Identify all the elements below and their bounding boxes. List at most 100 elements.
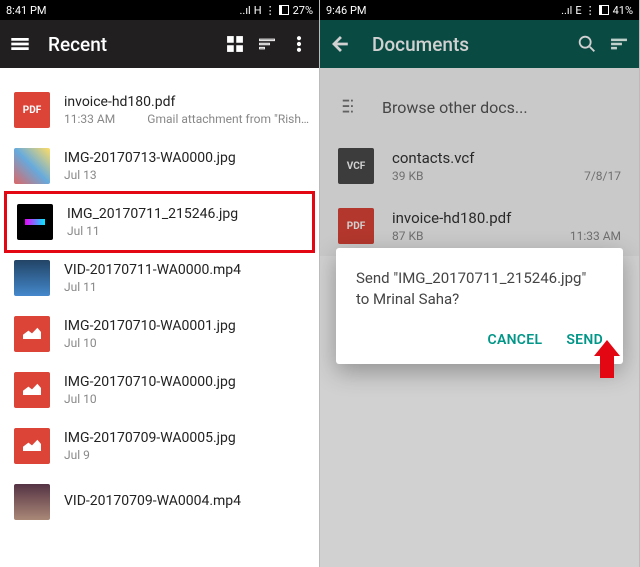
file-date: 11:33 AM xyxy=(570,229,621,243)
sort-icon[interactable] xyxy=(607,32,631,56)
file-subtitle: 11:33 AMGmail attachment from "Rish… xyxy=(64,112,309,126)
signal-icon: ..ıl xyxy=(561,4,572,17)
dialog-text: Send "IMG_20170711_215246.jpg" to Mrinal… xyxy=(356,268,603,310)
status-bar: 8:41 PM ..ıl H ⋮ 27% xyxy=(0,0,319,20)
file-list: PDF invoice-hd180.pdf 11:33 AMGmail attach… xyxy=(0,68,319,530)
thumbnail-icon xyxy=(14,148,50,184)
file-subtitle: 87 KB11:33 AM xyxy=(392,229,621,243)
thumbnail-icon xyxy=(17,204,53,240)
browse-label: Browse other docs... xyxy=(382,98,528,117)
documents-list: Browse other docs... VCF contacts.vcf 39 K… xyxy=(320,68,639,256)
grid-view-icon[interactable] xyxy=(223,32,247,56)
file-subtitle: Jul 11 xyxy=(67,224,306,238)
file-row[interactable]: IMG-20170713-WA0000.jpg Jul 13 xyxy=(0,138,319,194)
status-icons: ..ıl H ⋮ 27% xyxy=(240,4,313,17)
file-row[interactable]: PDF invoice-hd180.pdf 87 KB11:33 AM xyxy=(320,196,639,256)
file-subtitle: 39 KB7/8/17 xyxy=(392,169,621,183)
thumbnail-icon xyxy=(14,428,50,464)
toolbar: Documents xyxy=(320,20,639,68)
status-bar: 9:46 PM ..ıl E ⋮ 41% xyxy=(320,0,639,20)
file-name: IMG-20170713-WA0000.jpg xyxy=(64,150,309,166)
file-row[interactable]: VID-20170711-WA0000.mp4 Jul 11 xyxy=(0,250,319,306)
file-meta: IMG-20170710-WA0000.jpg Jul 10 xyxy=(64,374,309,406)
file-sub-left: Jul 11 xyxy=(64,280,309,294)
file-meta: IMG-20170709-WA0005.jpg Jul 9 xyxy=(64,430,309,462)
file-row[interactable]: IMG-20170710-WA0000.jpg Jul 10 xyxy=(0,362,319,418)
cancel-button[interactable]: CANCEL xyxy=(488,332,543,348)
sort-icon[interactable] xyxy=(255,32,279,56)
back-icon[interactable] xyxy=(328,32,352,56)
file-sub-left: Jul 9 xyxy=(64,448,309,462)
file-size: 87 KB xyxy=(392,229,570,243)
file-sub-left: Jul 13 xyxy=(64,168,309,182)
battery-icon xyxy=(599,5,609,15)
file-row[interactable]: VID-20170709-WA0004.mp4 xyxy=(0,474,319,530)
file-row[interactable]: IMG_20170711_215246.jpg Jul 11 xyxy=(4,191,315,253)
thumbnail-icon xyxy=(14,372,50,408)
battery-icon xyxy=(279,5,289,15)
file-name: VID-20170711-WA0000.mp4 xyxy=(64,262,309,278)
file-name: IMG-20170710-WA0000.jpg xyxy=(64,374,309,390)
file-sub-left: 11:33 AM xyxy=(64,112,147,126)
file-row[interactable]: IMG-20170709-WA0005.jpg Jul 9 xyxy=(0,418,319,474)
dialog-actions: CANCEL SEND xyxy=(356,332,603,354)
menu-icon[interactable] xyxy=(8,32,32,56)
file-meta: IMG-20170710-WA0001.jpg Jul 10 xyxy=(64,318,309,350)
file-name: invoice-hd180.pdf xyxy=(64,94,309,110)
toolbar: Recent xyxy=(0,20,319,68)
file-subtitle: Jul 13 xyxy=(64,168,309,182)
browse-other-docs[interactable]: Browse other docs... xyxy=(320,82,639,136)
status-icons: ..ıl E ⋮ 41% xyxy=(561,4,633,17)
thumbnail-icon xyxy=(14,484,50,520)
file-name: invoice-hd180.pdf xyxy=(392,209,621,227)
network-icon: H xyxy=(254,4,262,17)
status-time: 8:41 PM xyxy=(6,4,240,17)
battery-text: 41% xyxy=(613,4,633,17)
file-meta: contacts.vcf 39 KB7/8/17 xyxy=(392,149,621,183)
whatsapp-documents-screen: 9:46 PM ..ıl E ⋮ 41% Documents Browse ot… xyxy=(320,0,640,567)
file-subtitle: Jul 10 xyxy=(64,336,309,350)
browse-icon xyxy=(340,96,362,118)
file-meta: VID-20170711-WA0000.mp4 Jul 11 xyxy=(64,262,309,294)
file-meta: IMG-20170713-WA0000.jpg Jul 13 xyxy=(64,150,309,182)
file-name: IMG-20170709-WA0005.jpg xyxy=(64,430,309,446)
file-subtitle: Jul 9 xyxy=(64,448,309,462)
file-name: IMG-20170710-WA0001.jpg xyxy=(64,318,309,334)
battery-text: 27% xyxy=(293,4,313,17)
send-dialog: Send "IMG_20170711_215246.jpg" to Mrinal… xyxy=(336,248,623,364)
file-meta: VID-20170709-WA0004.mp4 xyxy=(64,493,309,511)
annotation-arrow xyxy=(594,340,620,380)
search-icon[interactable] xyxy=(575,32,599,56)
wifi-icon: ⋮ xyxy=(585,4,596,17)
file-name: contacts.vcf xyxy=(392,149,621,167)
file-sub-left: Jul 11 xyxy=(67,224,306,238)
thumbnail-icon xyxy=(14,260,50,296)
wifi-icon: ⋮ xyxy=(265,4,276,17)
file-meta: invoice-hd180.pdf 11:33 AMGmail attachmen… xyxy=(64,94,309,126)
signal-icon: ..ıl xyxy=(240,4,251,17)
file-name: IMG_20170711_215246.jpg xyxy=(67,206,306,222)
file-sub-left: Jul 10 xyxy=(64,392,309,406)
file-row[interactable]: VCF contacts.vcf 39 KB7/8/17 xyxy=(320,136,639,196)
file-meta: IMG_20170711_215246.jpg Jul 11 xyxy=(67,206,306,238)
toolbar-title: Recent xyxy=(40,33,215,56)
file-subtitle: Jul 11 xyxy=(64,280,309,294)
network-icon: E xyxy=(575,4,581,17)
file-row[interactable]: IMG-20170710-WA0001.jpg Jul 10 xyxy=(0,306,319,362)
file-date: 7/8/17 xyxy=(584,169,621,183)
file-name: VID-20170709-WA0004.mp4 xyxy=(64,493,309,509)
file-row[interactable]: PDF invoice-hd180.pdf 11:33 AMGmail attach… xyxy=(0,82,319,138)
vcf-icon: VCF xyxy=(338,148,374,184)
pdf-icon: PDF xyxy=(338,208,374,244)
file-size: 39 KB xyxy=(392,169,584,183)
thumbnail-icon xyxy=(14,316,50,352)
overflow-icon[interactable] xyxy=(287,32,311,56)
toolbar-title: Documents xyxy=(360,33,567,56)
file-sub-left: Jul 10 xyxy=(64,336,309,350)
status-time: 9:46 PM xyxy=(326,4,561,17)
pdf-icon: PDF xyxy=(14,92,50,128)
file-subtitle: Jul 10 xyxy=(64,392,309,406)
file-picker-screen: 8:41 PM ..ıl H ⋮ 27% Recent PDF invoice-h… xyxy=(0,0,320,567)
file-sub-right: Gmail attachment from "Rish… xyxy=(147,112,309,126)
file-meta: invoice-hd180.pdf 87 KB11:33 AM xyxy=(392,209,621,243)
